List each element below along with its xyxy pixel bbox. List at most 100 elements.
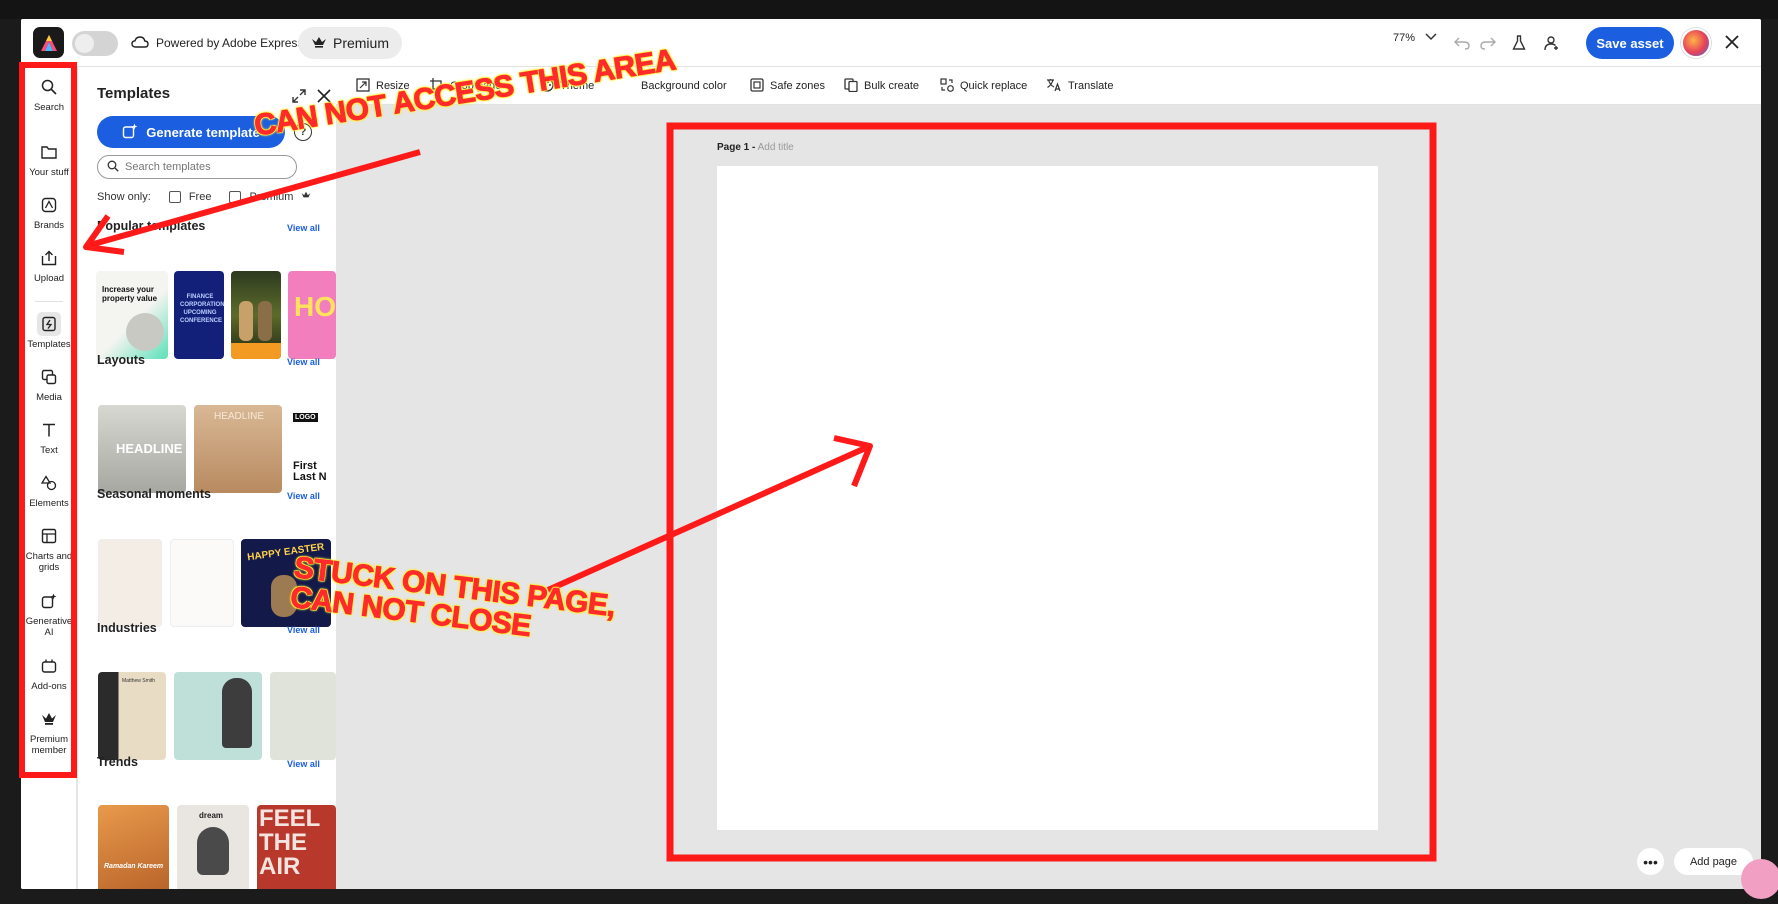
tool-safe-zones[interactable]: Safe zones (750, 77, 825, 95)
rail-item-generative-ai[interactable]: Generative AI (21, 589, 77, 638)
add-title-field[interactable]: Add title (758, 142, 794, 153)
rail-divider (35, 301, 63, 302)
trend-thumb[interactable]: Ramadan Kareem (98, 805, 169, 889)
save-asset-button[interactable]: Save asset (1586, 27, 1674, 59)
page-number-label: Page 1 - (717, 142, 756, 153)
free-label: Free (188, 191, 212, 203)
premium-checkbox[interactable] (229, 191, 242, 203)
thumb-text: First Last N (293, 460, 327, 483)
add-page-button[interactable]: Add page (1674, 848, 1753, 875)
rail-label: Media (36, 392, 62, 403)
adobe-express-logo[interactable] (33, 27, 64, 58)
free-checkbox[interactable] (168, 191, 181, 203)
generate-template-label: Generate template (146, 124, 260, 140)
thumb-band (231, 343, 281, 359)
page-label: Page 1 - Add title (717, 142, 794, 153)
view-all-seasonal[interactable]: View all (287, 491, 320, 501)
view-all-popular[interactable]: View all (287, 223, 320, 233)
trend-thumb[interactable]: dream (177, 805, 249, 889)
zoom-control[interactable]: 77% (1393, 32, 1437, 44)
trend-thumb[interactable]: FEEL THE AIR (257, 805, 336, 889)
crown-icon (301, 191, 311, 203)
close-icon[interactable] (1721, 31, 1743, 53)
industry-thumb[interactable]: Matthew Smith (98, 672, 166, 760)
thumb-logo: LOGO (293, 413, 318, 422)
view-all-trends[interactable]: View all (287, 759, 320, 769)
layout-thumb[interactable]: HEADLINE (98, 405, 186, 493)
elements-icon (37, 471, 61, 495)
beaker-icon[interactable] (1508, 32, 1530, 54)
tool-translate[interactable]: Translate (1046, 77, 1113, 95)
premium-button[interactable]: Premium (298, 27, 402, 59)
media-icon (37, 365, 61, 389)
rail-label: Your stuff (29, 167, 69, 178)
industry-thumb[interactable] (174, 672, 262, 760)
translate-icon (1046, 78, 1062, 95)
redo-icon[interactable] (1477, 32, 1499, 54)
tool-label: Quick replace (960, 80, 1028, 92)
section-title-layouts: Layouts (97, 353, 145, 367)
template-thumb[interactable] (231, 271, 281, 359)
quick-replace-icon (940, 77, 954, 95)
rail-item-addons[interactable]: Add-ons (21, 654, 77, 692)
avatar[interactable] (1681, 28, 1711, 58)
template-thumb[interactable]: FINANCE CORPORATION'S UPCOMING CONFERENC… (174, 271, 224, 359)
show-only-label: Show only: (97, 191, 151, 203)
app-header: Powered by Adobe Express Premium 77% Sav… (21, 19, 1761, 67)
rail-item-premium-member[interactable]: Premium member (21, 707, 77, 756)
more-options-button[interactable]: ••• (1637, 848, 1664, 875)
tool-label: Bulk create (864, 80, 920, 92)
templates-icon (37, 312, 61, 336)
rail-item-brands[interactable]: Brands (21, 193, 77, 231)
rail-item-media[interactable]: Media (21, 365, 77, 403)
mode-toggle[interactable] (72, 31, 118, 56)
crown-icon (311, 35, 327, 52)
template-thumb[interactable]: Increase your property value (96, 271, 168, 359)
undo-icon[interactable] (1451, 32, 1473, 54)
thumb-person (258, 301, 272, 341)
tool-bulk-create[interactable]: Bulk create (844, 77, 919, 95)
view-all-layouts[interactable]: View all (287, 357, 320, 367)
rail-item-elements[interactable]: Elements (21, 471, 77, 509)
section-title-trends: Trends (97, 755, 138, 769)
seasonal-thumb[interactable] (170, 539, 234, 627)
thumb-text: FINANCE CORPORATION'S UPCOMING CONFERENC… (180, 294, 224, 324)
thumb-person (222, 678, 252, 748)
zoom-value: 77% (1393, 32, 1416, 44)
seasonal-thumb[interactable] (98, 539, 162, 627)
search-templates-field[interactable] (97, 155, 297, 179)
thumb-text: Ramadan Kareem (104, 863, 164, 870)
industry-thumb[interactable] (270, 672, 336, 760)
rail-item-charts[interactable]: Charts and grids (21, 524, 77, 573)
rail-label: Generative AI (25, 616, 73, 638)
layout-thumb[interactable]: LOGO First Last N (289, 405, 336, 493)
tool-label: Background color (641, 80, 727, 92)
rail-item-search[interactable]: Search (21, 75, 77, 113)
template-thumb[interactable]: HO (288, 271, 336, 359)
layout-thumb[interactable]: HEADLINE (194, 405, 282, 493)
view-all-industries[interactable]: View all (287, 625, 320, 635)
cloud-icon (131, 35, 149, 52)
rail-item-templates[interactable]: Templates (21, 312, 77, 350)
rail-item-text[interactable]: Text (21, 418, 77, 456)
thumb-text: HEADLINE (116, 441, 183, 456)
rail-item-upload[interactable]: Upload (21, 246, 77, 284)
thumb-text: FEEL THE AIR (259, 805, 320, 880)
page-canvas[interactable] (717, 166, 1378, 830)
share-user-icon[interactable] (1541, 32, 1563, 54)
section-title-industries: Industries (97, 621, 157, 635)
thumb-person (197, 827, 229, 875)
powered-by-label: Powered by Adobe Express (156, 36, 304, 50)
tool-quick-replace[interactable]: Quick replace (940, 77, 1027, 95)
chat-bubble-icon[interactable] (1741, 859, 1778, 899)
rail-label: Elements (29, 498, 69, 509)
sparkle-image-icon (122, 123, 138, 142)
folder-icon (37, 140, 61, 164)
premium-filter-label: Premium (249, 191, 294, 203)
rail-label: Add-ons (31, 681, 67, 692)
generative-ai-icon (37, 589, 61, 613)
search-templates-input[interactable] (125, 161, 275, 173)
rail-item-your-stuff[interactable]: Your stuff (21, 140, 77, 178)
brand-icon (37, 193, 61, 217)
charts-icon (37, 524, 61, 548)
